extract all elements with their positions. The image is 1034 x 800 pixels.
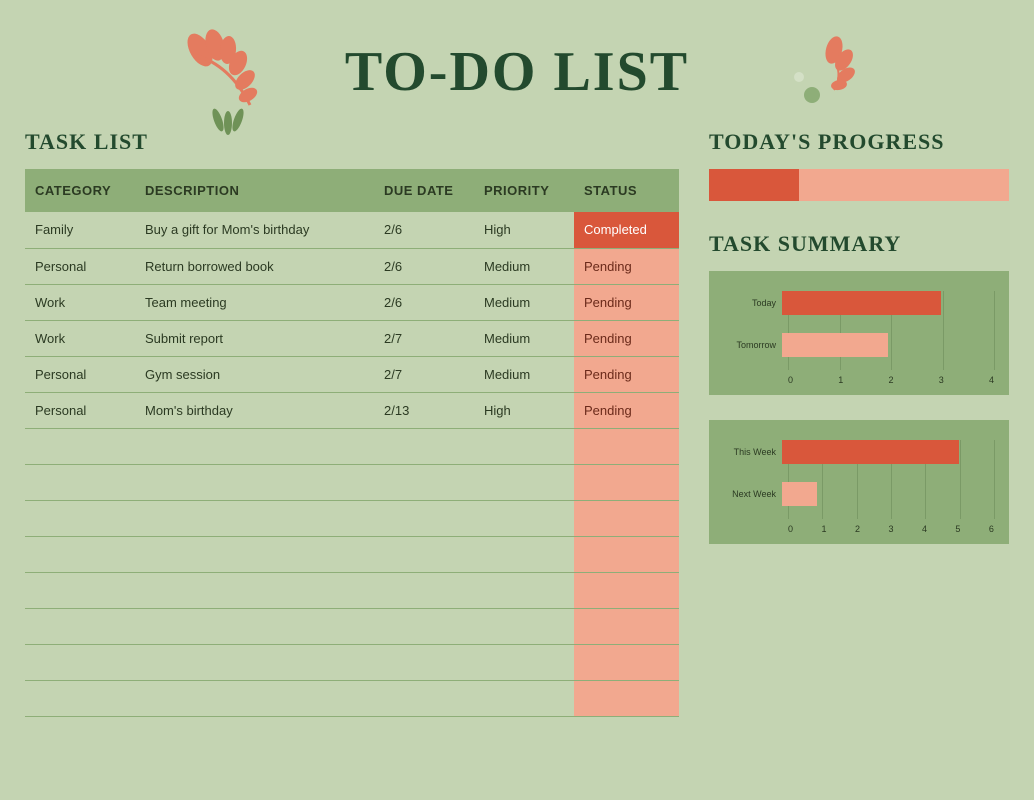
task-list-heading: TASK LIST — [25, 129, 679, 155]
charts-container: Today Tomorrow 01234 This Week Next Week 0123… — [709, 271, 1009, 544]
table-cell: 2/6 — [374, 248, 474, 284]
table-cell: Personal — [25, 356, 135, 392]
table-cell: Buy a gift for Mom's birthday — [135, 212, 374, 248]
right-sidebar: TODAY'S PROGRESS TASK SUMMARY Today Tomor… — [709, 129, 1009, 717]
col-status: STATUS — [574, 169, 679, 212]
status-cell: Pending — [574, 356, 679, 392]
status-cell: Pending — [574, 284, 679, 320]
table-cell: Mom's birthday — [135, 392, 374, 428]
table-row: WorkTeam meeting2/6MediumPending — [25, 284, 679, 320]
table-header-row: CATEGORY DESCRIPTION DUE DATE PRIORITY S… — [25, 169, 679, 212]
leaf-decoration-left-icon — [170, 25, 290, 145]
task-list-section: TASK LIST CATEGORY DESCRIPTION DUE DATE … — [25, 129, 679, 717]
table-cell: Work — [25, 320, 135, 356]
table-row-empty — [25, 680, 679, 716]
table-cell: Family — [25, 212, 135, 248]
table-cell: Personal — [25, 248, 135, 284]
table-row-empty — [25, 608, 679, 644]
table-row-empty — [25, 644, 679, 680]
table-row: FamilyBuy a gift for Mom's birthday2/6Hi… — [25, 212, 679, 248]
col-description: DESCRIPTION — [135, 169, 374, 212]
table-cell: Submit report — [135, 320, 374, 356]
chart-axis: 0123456 — [788, 524, 994, 534]
summary-chart: This Week Next Week 0123456 — [709, 420, 1009, 544]
task-table: CATEGORY DESCRIPTION DUE DATE PRIORITY S… — [25, 169, 679, 717]
chart-row: This Week — [724, 440, 994, 464]
leaf-decoration-right-icon — [784, 35, 864, 125]
table-cell: High — [474, 392, 574, 428]
col-priority: PRIORITY — [474, 169, 574, 212]
table-cell: Personal — [25, 392, 135, 428]
table-row: PersonalReturn borrowed book2/6MediumPen… — [25, 248, 679, 284]
chart-row: Next Week — [724, 482, 994, 506]
header: TO-DO LIST — [0, 0, 1034, 104]
progress-heading: TODAY'S PROGRESS — [709, 129, 1009, 155]
status-cell: Pending — [574, 248, 679, 284]
table-row: WorkSubmit report2/7MediumPending — [25, 320, 679, 356]
table-cell: High — [474, 212, 574, 248]
table-row-empty — [25, 572, 679, 608]
chart-bar — [782, 440, 959, 464]
page-title: TO-DO LIST — [0, 40, 1034, 104]
table-cell: Work — [25, 284, 135, 320]
table-row: PersonalMom's birthday2/13HighPending — [25, 392, 679, 428]
chart-axis: 01234 — [788, 375, 994, 385]
status-cell: Completed — [574, 212, 679, 248]
table-cell: Medium — [474, 248, 574, 284]
chart-row: Today — [724, 291, 994, 315]
chart-category-label: Today — [724, 298, 782, 308]
status-cell: Pending — [574, 392, 679, 428]
table-cell: Return borrowed book — [135, 248, 374, 284]
table-row-empty — [25, 500, 679, 536]
summary-heading: TASK SUMMARY — [709, 231, 1009, 257]
table-row-empty — [25, 464, 679, 500]
chart-category-label: Tomorrow — [724, 340, 782, 350]
summary-chart: Today Tomorrow 01234 — [709, 271, 1009, 395]
table-cell: Gym session — [135, 356, 374, 392]
table-cell: Medium — [474, 320, 574, 356]
table-row: PersonalGym session2/7MediumPending — [25, 356, 679, 392]
progress-bar — [709, 169, 1009, 201]
table-cell: Team meeting — [135, 284, 374, 320]
chart-bar — [782, 482, 817, 506]
chart-bar — [782, 333, 888, 357]
table-cell: 2/13 — [374, 392, 474, 428]
col-category: CATEGORY — [25, 169, 135, 212]
table-cell: 2/7 — [374, 356, 474, 392]
chart-bar — [782, 291, 941, 315]
table-cell: 2/7 — [374, 320, 474, 356]
table-cell: 2/6 — [374, 212, 474, 248]
table-cell: Medium — [474, 284, 574, 320]
status-cell: Pending — [574, 320, 679, 356]
table-row-empty — [25, 428, 679, 464]
col-due: DUE DATE — [374, 169, 474, 212]
chart-row: Tomorrow — [724, 333, 994, 357]
progress-fill — [709, 169, 799, 201]
table-row-empty — [25, 536, 679, 572]
chart-category-label: This Week — [724, 447, 782, 457]
table-cell: 2/6 — [374, 284, 474, 320]
chart-category-label: Next Week — [724, 489, 782, 499]
table-cell: Medium — [474, 356, 574, 392]
main-content: TASK LIST CATEGORY DESCRIPTION DUE DATE … — [0, 129, 1034, 717]
